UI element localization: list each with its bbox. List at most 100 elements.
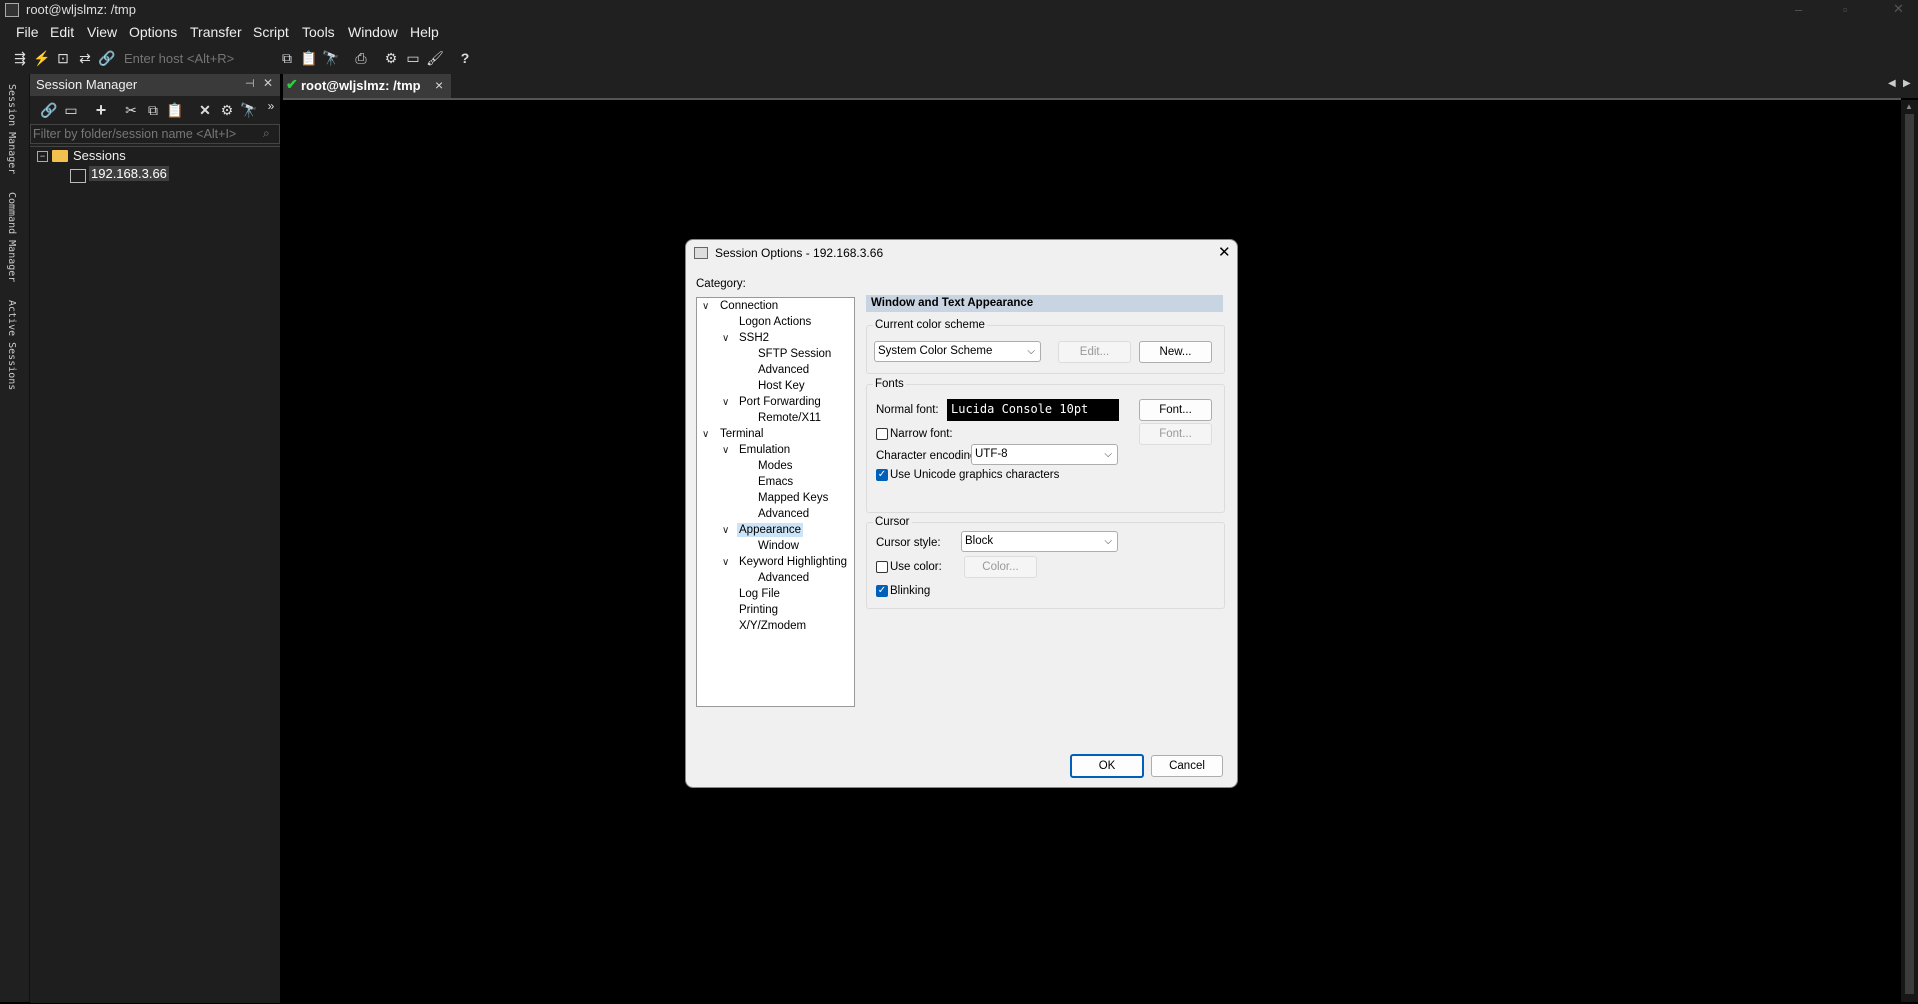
sessions-folder[interactable]: Sessions [73,148,126,163]
paste-icon[interactable]: 📋 [300,49,318,67]
category-connection[interactable]: Connection [720,300,778,312]
panel-title: Window and Text Appearance [871,297,1034,309]
narrow-font-button[interactable]: Font... [1139,423,1212,445]
sm-cut-icon[interactable]: ✂ [122,101,140,119]
reconnect-icon[interactable]: ⇄ [76,49,94,67]
expand-ssh2-icon[interactable]: ∨ [722,333,729,344]
collapse-icon[interactable]: − [37,151,48,162]
edit-scheme-button[interactable]: Edit... [1058,341,1131,363]
sm-tab-icon[interactable]: ▭ [62,101,80,119]
blinking-checkbox[interactable]: ✓ [876,585,888,597]
link-icon[interactable]: 🔗 [98,49,116,67]
copy-icon[interactable]: ⧉ [278,49,296,67]
category-tree[interactable]: ∨ Connection Logon Actions ∨ SSH2 SFTP S… [696,297,855,707]
cursor-color-button[interactable]: Color... [964,556,1037,578]
settings-icon[interactable]: ⚙ [382,49,400,67]
category-host-key[interactable]: Host Key [758,380,805,392]
host-input[interactable] [122,48,271,68]
sm-new-session-icon[interactable]: + [92,101,110,119]
category-remote-x11[interactable]: Remote/X11 [758,412,821,424]
close-window-icon[interactable]: ✕ [1893,1,1904,17]
session-item[interactable]: 192.168.3.66 [89,166,169,181]
keyword-icon[interactable]: 🖌 [426,49,444,67]
category-log-file[interactable]: Log File [739,588,780,600]
encoding-select[interactable]: UTF-8 ⌵ [971,444,1118,465]
expand-connection-icon[interactable]: ∨ [702,301,709,312]
category-mapped-keys[interactable]: Mapped Keys [758,492,828,504]
category-modes[interactable]: Modes [758,460,793,472]
normal-font-button[interactable]: Font... [1139,399,1212,421]
connect-icon[interactable]: ⇶ [11,49,29,67]
category-xyzmodem[interactable]: X/Y/Zmodem [739,620,806,632]
sm-paste-icon[interactable]: 📋 [166,101,184,119]
close-tab-icon[interactable]: × [435,77,443,93]
category-printing[interactable]: Printing [739,604,778,616]
scroll-up-icon[interactable]: ▲ [1905,102,1913,111]
side-tab-session-manager[interactable]: Session Manager [6,84,20,174]
menu-window[interactable]: Window [348,24,398,40]
minimize-icon[interactable]: – [1795,2,1802,17]
help-icon[interactable]: ? [456,49,474,67]
expand-emulation-icon[interactable]: ∨ [722,445,729,456]
sm-connect-icon[interactable]: 🔗 [40,101,58,119]
find-icon[interactable]: 🔭 [322,49,340,67]
category-appearance-selected[interactable]: Appearance [737,523,804,537]
expand-port-forwarding-icon[interactable]: ∨ [722,397,729,408]
cursor-style-select[interactable]: Block ⌵ [961,531,1118,552]
unicode-checkbox[interactable]: ✓ [876,469,888,481]
category-emacs[interactable]: Emacs [758,476,793,488]
tab-scroll-left-icon[interactable]: ◀ [1888,78,1896,89]
category-logon-actions[interactable]: Logon Actions [739,316,811,328]
terminal-scrollbar[interactable]: ▲ [1901,100,1918,1002]
category-port-forwarding[interactable]: Port Forwarding [739,396,821,408]
quick-connect-icon[interactable]: ⚡ [33,49,51,67]
expand-keyword-highlighting-icon[interactable]: ∨ [722,557,729,568]
ok-button[interactable]: OK [1070,754,1144,778]
scroll-thumb[interactable] [1905,114,1914,994]
tab-scroll-right-icon[interactable]: ▶ [1903,78,1911,89]
sm-more-icon[interactable]: » [262,97,280,115]
filter-search-icon: ⌕ [263,126,270,140]
menu-script[interactable]: Script [253,24,289,40]
category-emulation-advanced[interactable]: Advanced [758,508,809,520]
new-scheme-button[interactable]: New... [1139,341,1212,363]
dialog-close-icon[interactable]: ✕ [1218,243,1231,261]
narrow-font-checkbox[interactable] [876,428,888,440]
category-keyword-advanced[interactable]: Advanced [758,572,809,584]
expand-appearance-icon[interactable]: ∨ [722,525,729,536]
menu-options[interactable]: Options [129,24,177,40]
side-tab-active-sessions[interactable]: Active Sessions [6,300,20,390]
session-tab[interactable]: ✔ root@wljslmz: /tmp × [283,74,451,98]
keymap-icon[interactable]: ▭ [404,49,422,67]
menu-file[interactable]: File [16,24,39,40]
sm-properties-icon[interactable]: ⚙ [218,101,236,119]
use-color-checkbox[interactable] [876,561,888,573]
tab-bar: ◀ ▶ [283,74,1918,98]
menu-transfer[interactable]: Transfer [190,24,242,40]
pin-icon[interactable]: ⊣ [245,77,255,90]
print-icon[interactable]: ⎙ [352,49,370,67]
category-emulation[interactable]: Emulation [739,444,790,456]
category-sftp-session[interactable]: SFTP Session [758,348,831,360]
menu-edit[interactable]: Edit [50,24,74,40]
menu-help[interactable]: Help [410,24,439,40]
sm-find-icon[interactable]: 🔭 [240,101,258,119]
close-panel-icon[interactable]: ✕ [263,76,273,90]
category-window[interactable]: Window [758,540,799,552]
filter-placeholder: Filter by folder/session name <Alt+I> [33,127,237,141]
side-tab-command-manager[interactable]: Command Manager [6,192,20,282]
expand-terminal-icon[interactable]: ∨ [702,429,709,440]
category-ssh2[interactable]: SSH2 [739,332,769,344]
sm-delete-icon[interactable]: ✕ [196,101,214,119]
color-scheme-select[interactable]: System Color Scheme ⌵ [874,341,1041,362]
category-keyword-highlighting[interactable]: Keyword Highlighting [739,556,847,568]
sm-copy-icon[interactable]: ⧉ [144,101,162,119]
cancel-button[interactable]: Cancel [1151,755,1223,777]
category-ssh2-advanced[interactable]: Advanced [758,364,809,376]
maximize-icon[interactable]: ▫ [1843,2,1848,17]
menu-tools[interactable]: Tools [302,24,335,40]
menu-view[interactable]: View [87,24,117,40]
category-terminal[interactable]: Terminal [720,428,763,440]
connect-in-tab-icon[interactable]: ⊡ [54,49,72,67]
session-filter-input[interactable]: Filter by folder/session name <Alt+I> ⌕ [30,124,280,144]
